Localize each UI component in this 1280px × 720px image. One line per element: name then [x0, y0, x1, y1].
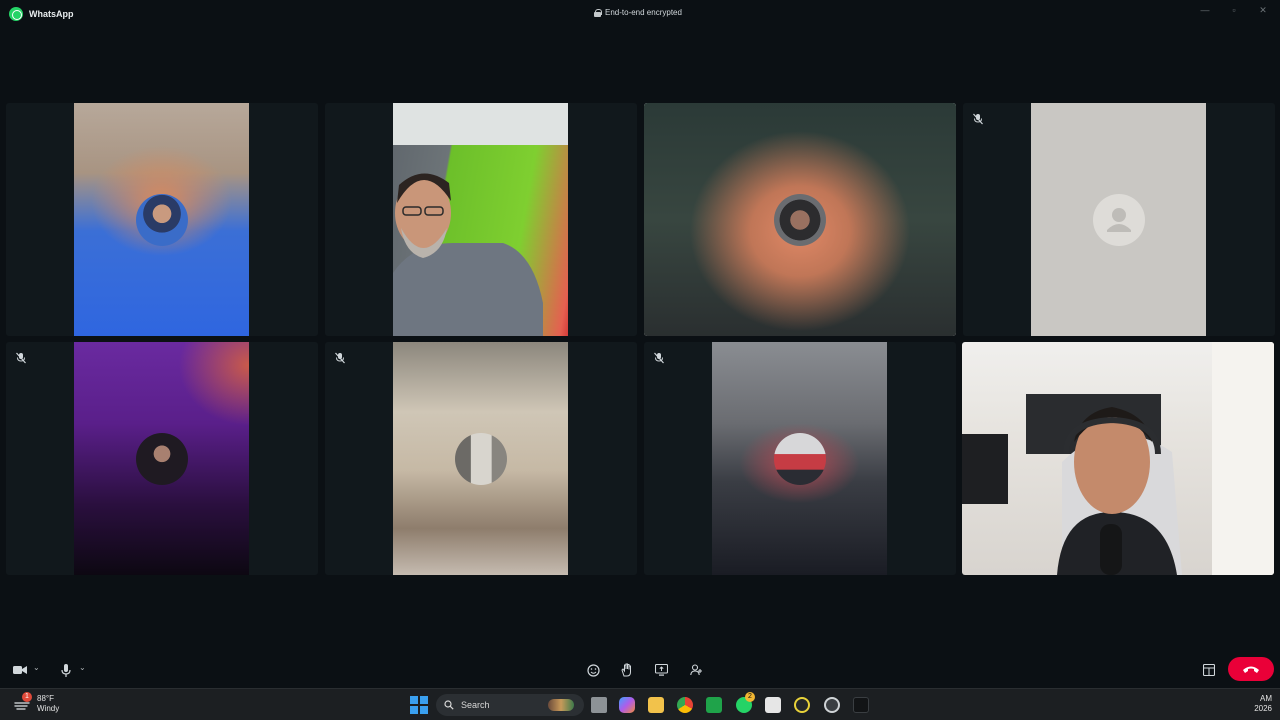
participant-tile-1[interactable]: [6, 103, 318, 336]
weather-description: Windy: [37, 704, 60, 713]
avatar: [774, 193, 826, 246]
default-avatar-icon: [1093, 193, 1145, 246]
end-call-button[interactable]: [1228, 657, 1274, 681]
person-silhouette: [393, 173, 543, 336]
encryption-label: End-to-end encrypted: [605, 8, 682, 17]
system-clock[interactable]: AM 2026: [1250, 694, 1272, 714]
windows-start-icon[interactable]: [410, 696, 428, 714]
audio-app-icon[interactable]: [853, 697, 869, 713]
participant-tile-5[interactable]: [6, 342, 318, 575]
weather-alert-badge: 1: [22, 692, 32, 702]
hang-up-icon: [1243, 666, 1259, 673]
self-view-tile[interactable]: [962, 342, 1274, 575]
store-icon[interactable]: [765, 697, 781, 713]
taskbar: 1 88°F Windy Search 2 AM 2026: [0, 688, 1280, 720]
avatar: [136, 432, 188, 485]
mic-off-icon: [16, 352, 26, 364]
close-icon[interactable]: ✕: [1255, 5, 1271, 16]
whatsapp-unread-badge: 2: [745, 692, 755, 702]
participant-tile-4[interactable]: [963, 103, 1275, 336]
video-feed: [393, 103, 568, 336]
mic-off-icon: [654, 352, 664, 364]
app-icon[interactable]: [794, 697, 810, 713]
participant-tile-3[interactable]: [644, 103, 956, 336]
self-video-scene: [962, 342, 1274, 575]
participant-tile-2[interactable]: [325, 103, 637, 336]
weather-widget[interactable]: 1 88°F Windy: [13, 692, 60, 714]
clock-time: AM: [1260, 694, 1272, 703]
participants-icon[interactable]: [688, 661, 706, 679]
layout-grid-icon[interactable]: [1200, 661, 1218, 679]
whatsapp-taskbar-icon[interactable]: 2: [736, 692, 755, 713]
video-feed: [962, 342, 1274, 575]
encryption-indicator: End-to-end encrypted: [594, 8, 682, 17]
participant-tile-7[interactable]: [644, 342, 956, 575]
avatar: [136, 193, 188, 246]
microphone-toggle-icon[interactable]: [57, 661, 75, 679]
share-screen-icon[interactable]: [652, 661, 670, 679]
task-view-icon[interactable]: [591, 697, 607, 713]
obs-icon[interactable]: [824, 697, 840, 713]
search-label: Search: [461, 700, 490, 710]
file-explorer-icon[interactable]: [648, 697, 664, 713]
raise-hand-icon[interactable]: [618, 661, 636, 679]
chrome-icon[interactable]: [677, 697, 693, 713]
avatar: [774, 432, 826, 485]
taskbar-search[interactable]: Search: [436, 694, 584, 716]
weather-temperature: 88°F: [37, 694, 54, 703]
app-name: WhatsApp: [29, 9, 74, 19]
weather-icon: 1: [13, 692, 32, 713]
mic-off-icon: [335, 352, 345, 364]
whatsapp-call-window: WhatsApp End-to-end encrypted — ▫ ✕ ⌄ ⌄: [0, 0, 1280, 688]
minimize-icon[interactable]: —: [1197, 5, 1213, 15]
copilot-icon[interactable]: [619, 697, 635, 713]
microphone-options-chevron-icon[interactable]: ⌄: [79, 663, 89, 675]
camera-options-chevron-icon[interactable]: ⌄: [33, 663, 43, 675]
emoji-reaction-icon[interactable]: [584, 661, 602, 679]
maximize-icon[interactable]: ▫: [1226, 5, 1242, 15]
camera-toggle-icon[interactable]: [11, 661, 29, 679]
search-icon: [444, 700, 454, 710]
avatar: [455, 432, 507, 485]
app-brand: WhatsApp: [9, 7, 74, 21]
search-highlight-icon: [548, 699, 574, 711]
title-bar: WhatsApp End-to-end encrypted — ▫ ✕: [0, 0, 1280, 28]
spreadsheet-app-icon[interactable]: [706, 697, 722, 713]
whatsapp-logo-icon: [9, 7, 23, 21]
clock-date: 2026: [1254, 704, 1272, 713]
lock-icon: [594, 8, 602, 17]
participant-tile-6[interactable]: [325, 342, 637, 575]
call-controls: ⌄ ⌄: [0, 655, 1280, 685]
mic-off-icon: [973, 113, 983, 125]
